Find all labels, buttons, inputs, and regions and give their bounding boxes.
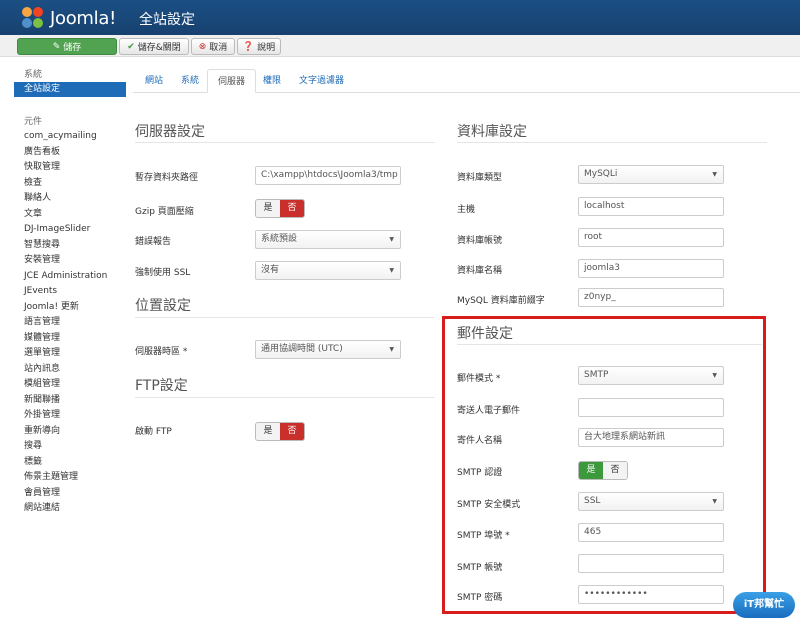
- sidebar-item[interactable]: 佈景主題管理: [14, 470, 126, 486]
- tab-permissions[interactable]: 權限: [253, 69, 291, 93]
- sidebar-item[interactable]: 快取管理: [14, 160, 126, 176]
- ftp-enable-label: 啟動 FTP: [135, 427, 172, 437]
- toolbar: ✎ 儲存 ✔ 儲存&關閉 ⊗ 取消 ❓ 說明: [0, 35, 800, 57]
- question-icon: ❓: [242, 41, 255, 52]
- force-ssl-value: 沒有: [261, 265, 280, 275]
- force-ssl-label: 強制使用 SSL: [135, 268, 191, 278]
- cancel-icon: ⊗: [198, 41, 207, 52]
- mail-settings-highlight-box: [442, 316, 766, 614]
- location-settings-title: 位置設定: [135, 298, 191, 314]
- gzip-label: Gzip 頁面壓縮: [135, 207, 194, 217]
- sidebar-item[interactable]: 安裝管理: [14, 253, 126, 269]
- sidebar-item[interactable]: 文章: [14, 207, 126, 223]
- ithome-watermark: iT邦幫忙: [733, 590, 797, 620]
- sidebar-item[interactable]: 廣告看板: [14, 145, 126, 161]
- sidebar-heading-system: 系統: [24, 70, 43, 80]
- help-button[interactable]: ❓ 說明: [237, 38, 281, 55]
- ftp-no-option[interactable]: 否: [280, 423, 304, 440]
- chevron-down-icon: ▼: [389, 236, 394, 243]
- sidebar-item[interactable]: 智慧搜尋: [14, 238, 126, 254]
- db-type-select[interactable]: MySQLi ▼: [578, 165, 724, 184]
- save-close-button-label: 儲存&關閉: [137, 43, 181, 53]
- server-settings-title: 伺服器設定: [135, 124, 205, 140]
- error-report-select[interactable]: 系統預設 ▼: [255, 230, 401, 249]
- db-name-label: 資料庫名稱: [457, 266, 503, 276]
- force-ssl-select[interactable]: 沒有 ▼: [255, 261, 401, 280]
- chevron-down-icon: ▼: [712, 171, 717, 178]
- temp-path-input[interactable]: C:\xampp\htdocs\Joomla3/tmp: [255, 166, 401, 185]
- db-host-input[interactable]: localhost: [578, 197, 724, 216]
- sidebar-item-global-config[interactable]: 全站設定: [14, 82, 126, 97]
- tab-text-filters[interactable]: 文字過濾器: [289, 69, 354, 93]
- db-prefix-label: MySQL 資料庫前綴字: [457, 296, 545, 306]
- top-header-bar: Joomla! 全站設定: [0, 0, 800, 35]
- gzip-toggle[interactable]: 是 否: [255, 199, 305, 218]
- db-name-input[interactable]: joomla3: [578, 259, 724, 278]
- temp-path-label: 暫存資料夾路徑: [135, 173, 199, 183]
- gzip-no-option[interactable]: 否: [280, 200, 304, 217]
- tab-site[interactable]: 網站: [135, 69, 173, 93]
- sidebar-item[interactable]: 語言管理: [14, 315, 126, 331]
- gzip-yes-option[interactable]: 是: [256, 200, 280, 217]
- save-button-label: 儲存: [63, 43, 82, 53]
- timezone-value: 通用協調時間 (UTC): [261, 344, 343, 354]
- save-close-button[interactable]: ✔ 儲存&關閉: [119, 38, 189, 55]
- config-tabs: 網站 系統 伺服器 權限 文字過濾器: [133, 69, 800, 93]
- sidebar-item[interactable]: com_acymailing: [14, 129, 126, 145]
- ftp-yes-option[interactable]: 是: [256, 423, 280, 440]
- sidebar-item[interactable]: 聯絡人: [14, 191, 126, 207]
- ithome-logo: iT邦幫忙: [733, 592, 795, 618]
- sidebar: 系統 全站設定 元件 com_acymailing 廣告看板 快取管理 檢查 聯絡人 文章…: [14, 68, 126, 517]
- db-host-label: 主機: [457, 205, 476, 215]
- sidebar-item[interactable]: 選單管理: [14, 346, 126, 362]
- logo-text: Joomla!: [50, 7, 117, 29]
- chevron-down-icon: ▼: [389, 267, 394, 274]
- db-user-label: 資料庫帳號: [457, 236, 503, 246]
- sidebar-item[interactable]: DJ-ImageSlider: [14, 222, 126, 238]
- divider: [135, 397, 435, 398]
- chevron-down-icon: ▼: [389, 346, 394, 353]
- sidebar-item[interactable]: 搜尋: [14, 439, 126, 455]
- tab-system[interactable]: 系統: [171, 69, 209, 93]
- joomla-logo[interactable]: Joomla!: [22, 6, 122, 30]
- divider: [135, 142, 435, 143]
- timezone-label: 伺服器時區 *: [135, 347, 188, 357]
- check-icon: ✔: [127, 41, 135, 52]
- ftp-enable-toggle[interactable]: 是 否: [255, 422, 305, 441]
- db-type-label: 資料庫類型: [457, 173, 503, 183]
- edit-icon: ✎: [52, 41, 61, 52]
- cancel-button-label: 取消: [209, 43, 228, 53]
- page-title: 全站設定: [139, 12, 195, 28]
- sidebar-item[interactable]: Joomla! 更新: [14, 300, 126, 316]
- tab-server[interactable]: 伺服器: [207, 69, 257, 93]
- sidebar-item[interactable]: 重新導向: [14, 424, 126, 440]
- timezone-select[interactable]: 通用協調時間 (UTC) ▼: [255, 340, 401, 359]
- sidebar-item[interactable]: 新聞聯播: [14, 393, 126, 409]
- sidebar-item[interactable]: 檢查: [14, 176, 126, 192]
- sidebar-item[interactable]: 模組管理: [14, 377, 126, 393]
- sidebar-component-list: com_acymailing 廣告看板 快取管理 檢查 聯絡人 文章 DJ-ImageSli…: [14, 129, 126, 517]
- sidebar-item[interactable]: 站內訊息: [14, 362, 126, 378]
- divider: [457, 142, 767, 143]
- ftp-settings-title: FTP設定: [135, 378, 188, 394]
- divider: [135, 317, 435, 318]
- db-prefix-input[interactable]: z0nyp_: [578, 288, 724, 307]
- sidebar-item[interactable]: 媒體管理: [14, 331, 126, 347]
- sidebar-item[interactable]: 標籤: [14, 455, 126, 471]
- cancel-button[interactable]: ⊗ 取消: [191, 38, 235, 55]
- sidebar-item[interactable]: JCE Administration: [14, 269, 126, 285]
- db-type-value: MySQLi: [584, 169, 618, 179]
- save-button[interactable]: ✎ 儲存: [17, 38, 117, 55]
- error-report-value: 系統預設: [261, 234, 298, 244]
- database-settings-title: 資料庫設定: [457, 124, 527, 140]
- sidebar-item[interactable]: 會員管理: [14, 486, 126, 502]
- sidebar-heading-components: 元件: [24, 117, 43, 127]
- sidebar-item[interactable]: 網站連結: [14, 501, 126, 517]
- db-user-input[interactable]: root: [578, 228, 724, 247]
- help-button-label: 說明: [257, 43, 276, 53]
- error-report-label: 錯誤報告: [135, 237, 172, 247]
- joomla-logo-icon: [22, 7, 44, 29]
- sidebar-item[interactable]: 外掛管理: [14, 408, 126, 424]
- sidebar-item[interactable]: JEvents: [14, 284, 126, 300]
